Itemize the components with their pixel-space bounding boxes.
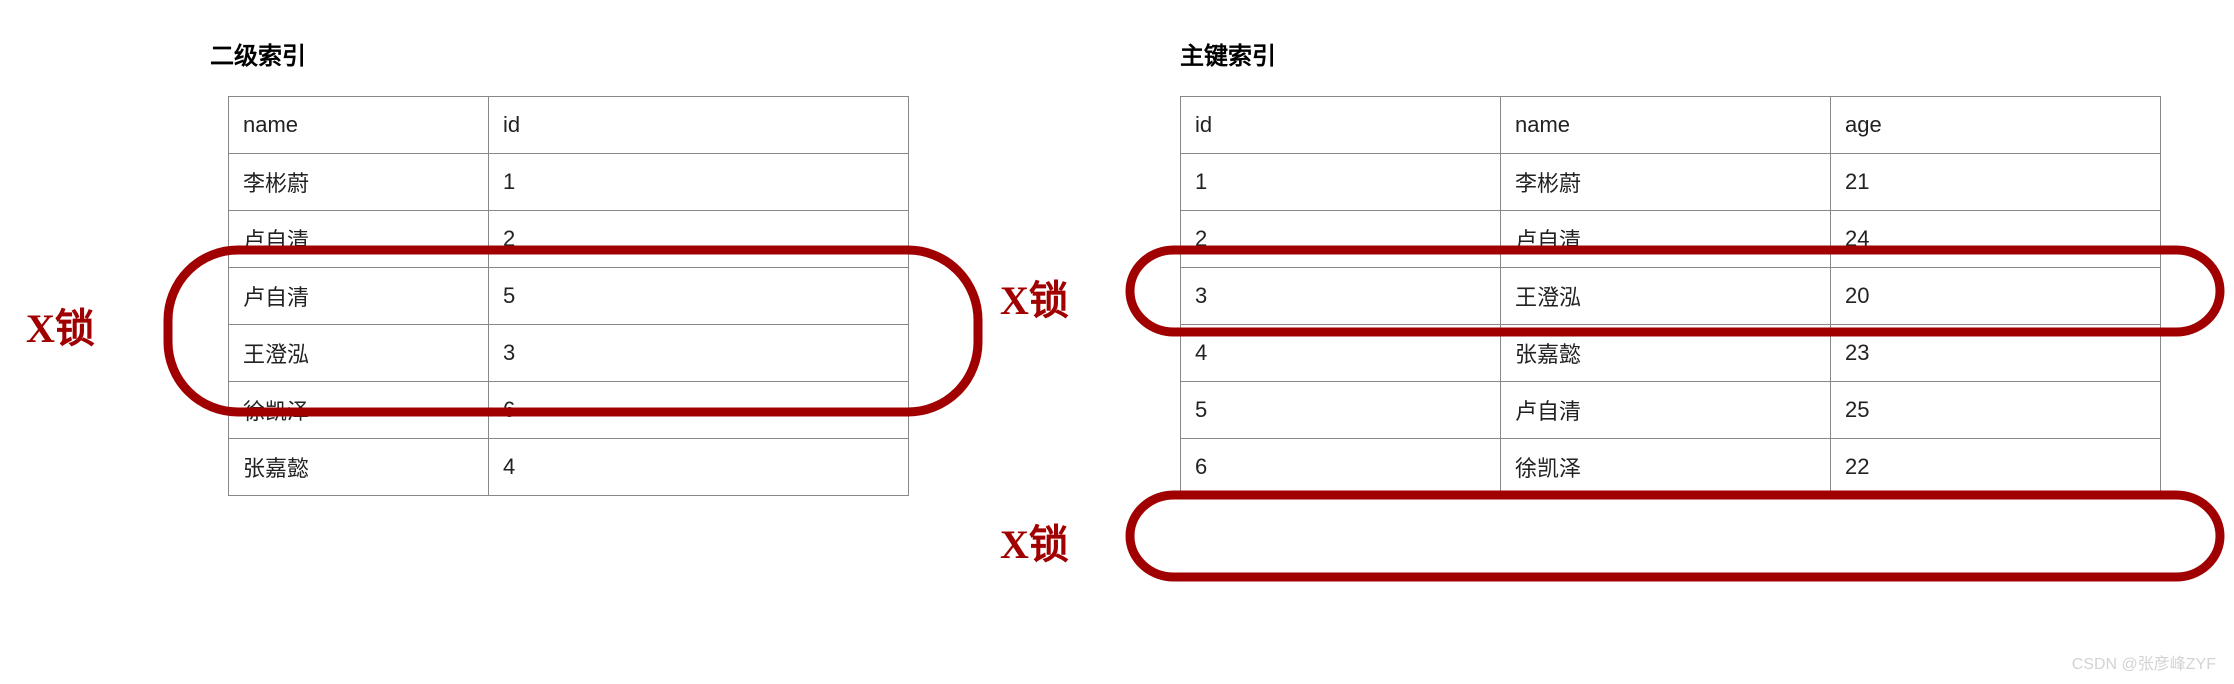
cell-name: 卢自清 (229, 211, 489, 268)
col-header: name (229, 97, 489, 154)
cell-name: 李彬蔚 (229, 154, 489, 211)
cell-age: 21 (1831, 154, 2161, 211)
table-row: 5 卢自清 25 (1181, 382, 2161, 439)
cell-name: 王澄泓 (1501, 268, 1831, 325)
cell-id: 5 (489, 268, 909, 325)
cell-age: 24 (1831, 211, 2161, 268)
cell-id: 6 (489, 382, 909, 439)
col-header: age (1831, 97, 2161, 154)
cell-age: 20 (1831, 268, 2161, 325)
table-header-row: name id (229, 97, 909, 154)
table-row: 徐凯泽 6 (229, 382, 909, 439)
cell-id: 2 (1181, 211, 1501, 268)
right-lock-label-2: X锁 (1000, 512, 1069, 570)
cell-id: 4 (489, 439, 909, 496)
watermark: CSDN @张彦峰ZYF (2072, 650, 2216, 674)
cell-name: 张嘉懿 (1501, 325, 1831, 382)
cell-id: 3 (1181, 268, 1501, 325)
table-row: 4 张嘉懿 23 (1181, 325, 2161, 382)
table-row: 卢自清 5 (229, 268, 909, 325)
table-row: 6 徐凯泽 22 (1181, 439, 2161, 496)
cell-age: 22 (1831, 439, 2161, 496)
cell-id: 5 (1181, 382, 1501, 439)
cell-name: 卢自清 (1501, 382, 1831, 439)
table-row: 王澄泓 3 (229, 325, 909, 382)
cell-id: 1 (489, 154, 909, 211)
right-table: id name age 1 李彬蔚 21 2 卢自清 24 3 王澄泓 20 4… (1180, 96, 2161, 496)
col-header: name (1501, 97, 1831, 154)
table-row: 2 卢自清 24 (1181, 211, 2161, 268)
cell-name: 王澄泓 (229, 325, 489, 382)
right-table-title: 主键索引 (1180, 36, 1276, 71)
left-table: name id 李彬蔚 1 卢自清 2 卢自清 5 王澄泓 3 徐凯泽 6 张嘉… (228, 96, 909, 496)
cell-id: 3 (489, 325, 909, 382)
col-header: id (489, 97, 909, 154)
cell-name: 卢自清 (1501, 211, 1831, 268)
table-row: 1 李彬蔚 21 (1181, 154, 2161, 211)
right-lock-label-1: X锁 (1000, 268, 1069, 326)
cell-name: 卢自清 (229, 268, 489, 325)
col-header: id (1181, 97, 1501, 154)
cell-name: 徐凯泽 (229, 382, 489, 439)
cell-name: 张嘉懿 (229, 439, 489, 496)
cell-id: 1 (1181, 154, 1501, 211)
left-table-title: 二级索引 (210, 36, 306, 71)
table-row: 卢自清 2 (229, 211, 909, 268)
cell-id: 6 (1181, 439, 1501, 496)
diagram-stage: 二级索引 主键索引 X锁 X锁 X锁 name id 李彬蔚 1 卢自清 2 卢… (0, 0, 2234, 684)
left-lock-label: X锁 (26, 296, 95, 354)
cell-age: 23 (1831, 325, 2161, 382)
cell-id: 4 (1181, 325, 1501, 382)
cell-id: 2 (489, 211, 909, 268)
right-lock-capsule-2 (1130, 495, 2220, 577)
cell-name: 徐凯泽 (1501, 439, 1831, 496)
cell-age: 25 (1831, 382, 2161, 439)
cell-name: 李彬蔚 (1501, 154, 1831, 211)
table-row: 3 王澄泓 20 (1181, 268, 2161, 325)
table-row: 张嘉懿 4 (229, 439, 909, 496)
table-header-row: id name age (1181, 97, 2161, 154)
table-row: 李彬蔚 1 (229, 154, 909, 211)
